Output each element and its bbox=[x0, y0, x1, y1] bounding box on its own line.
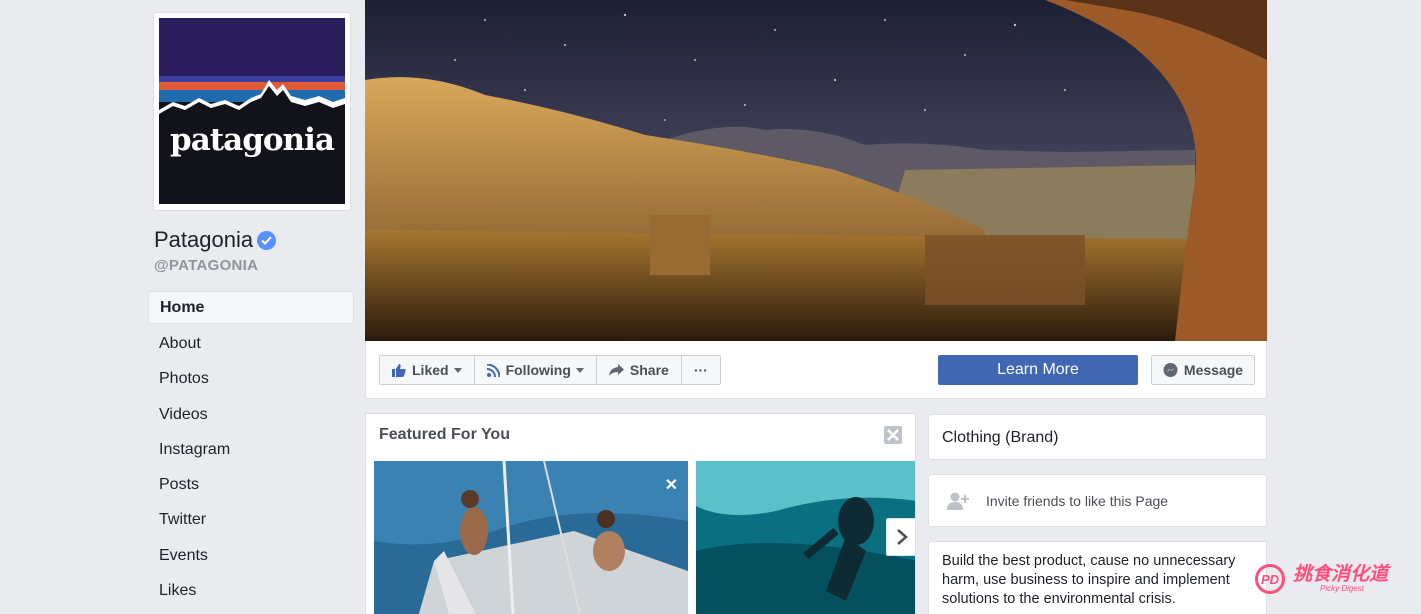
messenger-icon bbox=[1163, 362, 1178, 377]
nav-item-videos[interactable]: Videos bbox=[148, 397, 354, 432]
invite-friends-card[interactable]: Invite friends to like this Page bbox=[928, 474, 1267, 527]
rss-icon bbox=[486, 363, 500, 377]
left-column: patagonia Patagonia @PATAGONIA Home Abou… bbox=[148, 0, 354, 614]
watermark-text: 挑食消化道 bbox=[1293, 563, 1389, 585]
page-category[interactable]: Clothing (Brand) bbox=[942, 429, 1059, 446]
page-nav: Home About Photos Videos Instagram Posts… bbox=[148, 291, 354, 608]
liked-button[interactable]: Liked bbox=[380, 356, 475, 384]
nav-item-home[interactable]: Home bbox=[148, 291, 354, 324]
nav-item-about[interactable]: About bbox=[148, 326, 354, 361]
dismiss-icon[interactable]: ✕ bbox=[665, 475, 678, 495]
following-button[interactable]: Following bbox=[475, 356, 597, 384]
profile-picture[interactable]: patagonia bbox=[153, 12, 351, 211]
nav-item-likes[interactable]: Likes bbox=[148, 573, 354, 608]
more-dots-icon: ··· bbox=[693, 362, 708, 378]
featured-item-sailing[interactable]: ✕ bbox=[374, 461, 688, 614]
following-label: Following bbox=[505, 362, 571, 378]
message-button[interactable]: Message bbox=[1151, 355, 1255, 385]
thumbs-up-icon bbox=[392, 363, 406, 377]
next-arrow-button[interactable] bbox=[886, 518, 915, 556]
verified-badge-icon bbox=[257, 230, 277, 250]
page-action-bar: Liked Following Share ··· Learn More Mes… bbox=[365, 341, 1267, 399]
learn-more-button[interactable]: Learn More bbox=[938, 355, 1138, 385]
invite-friends-label: Invite friends to like this Page bbox=[986, 492, 1169, 509]
featured-for-you-card: Featured For You ✕ bbox=[365, 413, 916, 614]
nav-item-instagram[interactable]: Instagram bbox=[148, 432, 354, 467]
page-title[interactable]: Patagonia bbox=[154, 227, 277, 253]
patagonia-logo: patagonia bbox=[159, 18, 345, 204]
about-description: Build the best product, cause no unneces… bbox=[942, 553, 1236, 607]
featured-title: Featured For You bbox=[379, 426, 510, 443]
action-button-group: Liked Following Share ··· bbox=[379, 355, 721, 385]
featured-item-surfing[interactable] bbox=[696, 461, 915, 614]
nav-item-twitter[interactable]: Twitter bbox=[148, 502, 354, 537]
nav-item-photos[interactable]: Photos bbox=[148, 361, 354, 396]
share-arrow-icon bbox=[608, 364, 624, 376]
logo-wordmark: patagonia bbox=[170, 122, 335, 158]
share-button[interactable]: Share bbox=[597, 356, 682, 384]
watermark: PD 挑食消化道 Picky Digest bbox=[1255, 564, 1388, 594]
about-card: Build the best product, cause no unneces… bbox=[928, 541, 1267, 614]
chevron-down-icon bbox=[453, 367, 462, 373]
share-label: Share bbox=[629, 362, 669, 378]
nav-item-events[interactable]: Events bbox=[148, 538, 354, 573]
cover-photo[interactable] bbox=[365, 0, 1267, 341]
nav-item-posts[interactable]: Posts bbox=[148, 467, 354, 502]
add-friend-icon bbox=[947, 492, 969, 510]
more-button[interactable]: ··· bbox=[682, 356, 720, 384]
close-icon[interactable] bbox=[884, 426, 902, 444]
watermark-logo-icon: PD bbox=[1255, 564, 1285, 594]
liked-label: Liked bbox=[412, 362, 449, 378]
message-label: Message bbox=[1183, 362, 1244, 378]
page-name-text[interactable]: Patagonia bbox=[154, 227, 253, 253]
chevron-right-icon bbox=[897, 529, 908, 545]
watermark-subtext: Picky Digest bbox=[1320, 583, 1365, 593]
chevron-down-icon bbox=[575, 367, 584, 373]
page-handle[interactable]: @PATAGONIA bbox=[154, 257, 258, 274]
category-card: Clothing (Brand) bbox=[928, 414, 1267, 460]
